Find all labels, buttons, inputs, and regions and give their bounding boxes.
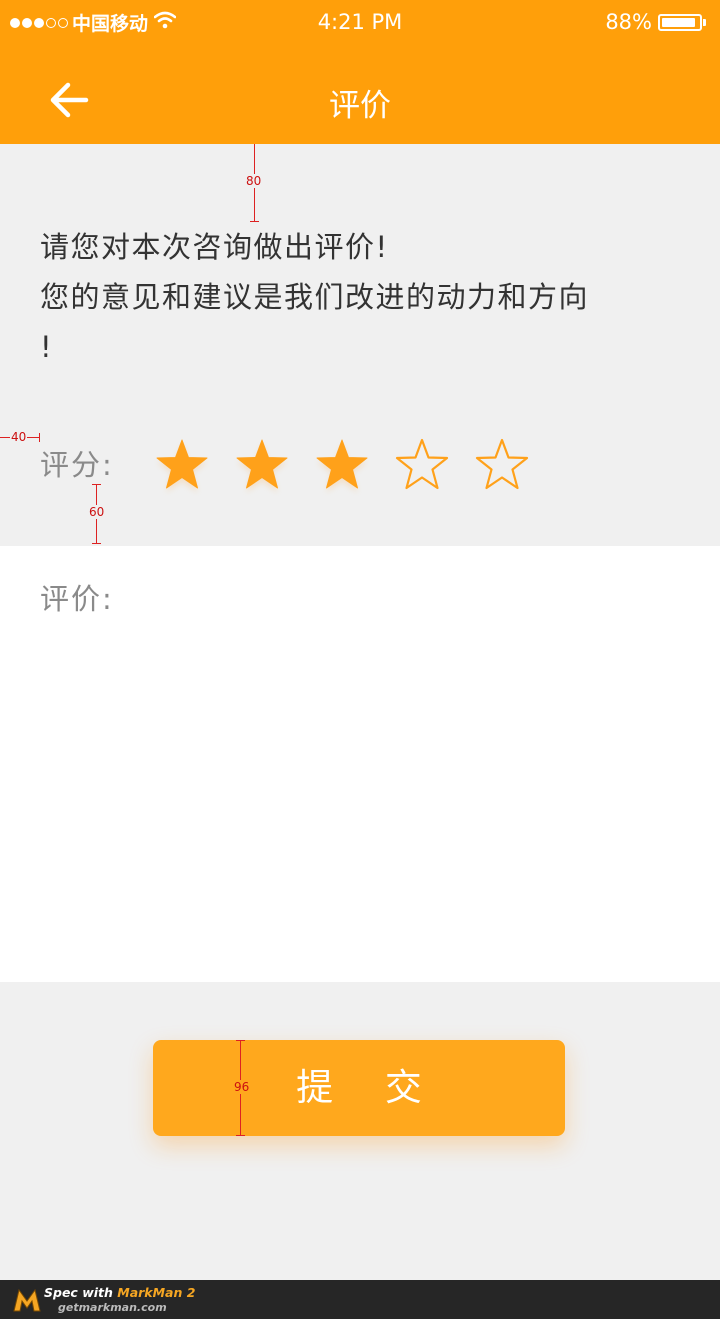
star-rating[interactable] [154, 438, 554, 492]
spec-marker-left-margin: 40 [10, 430, 28, 444]
prompt-line-2: 您的意见和建议是我们改进的动力和方向 [40, 280, 590, 314]
battery-percent: 88% [605, 10, 652, 34]
spec-marker-gap-cap-bottom [92, 543, 101, 544]
star-empty-icon[interactable] [394, 438, 450, 492]
spec-marker-left-cap [39, 433, 40, 442]
comment-label: 评价: [40, 582, 114, 616]
battery-icon [658, 13, 702, 31]
spec-marker-button-cap-bottom [236, 1135, 245, 1136]
status-bar-right: 88% [605, 10, 706, 34]
comment-input[interactable] [40, 630, 684, 964]
spec-marker-button-height: 96 [233, 1080, 251, 1094]
spec-marker-button-cap-top [236, 1040, 245, 1041]
footer-spec-text: Spec with MarkMan 2 [44, 1285, 195, 1300]
star-filled-icon[interactable] [234, 438, 290, 492]
prompt-line-1: 请您对本次咨询做出评价! [40, 230, 389, 264]
prompt-line-3: ! [40, 330, 54, 364]
spec-marker-rating-gap: 60 [88, 505, 106, 519]
app-header: 中国移动 4:21 PM 88% 评价 [0, 0, 720, 144]
footer-spec-prefix: Spec with [44, 1285, 118, 1300]
rating-label: 评分: [40, 448, 114, 482]
star-empty-icon[interactable] [474, 438, 530, 492]
spec-marker-top-gap: 80 [245, 174, 263, 188]
footer-url[interactable]: getmarkman.com [58, 1301, 167, 1314]
star-filled-icon[interactable] [154, 438, 210, 492]
submit-button[interactable]: 提 交 [153, 1040, 565, 1136]
markman-logo-icon [13, 1288, 41, 1312]
evaluation-prompt: 请您对本次咨询做出评价! 您的意见和建议是我们改进的动力和方向 ! [40, 222, 680, 372]
footer-product: MarkMan 2 [117, 1285, 196, 1300]
battery-tip [703, 18, 706, 26]
markman-footer: Spec with MarkMan 2 getmarkman.com [0, 1280, 720, 1319]
page-title: 评价 [329, 88, 391, 124]
star-filled-icon[interactable] [314, 438, 370, 492]
spec-marker-gap-cap-top [92, 484, 101, 485]
